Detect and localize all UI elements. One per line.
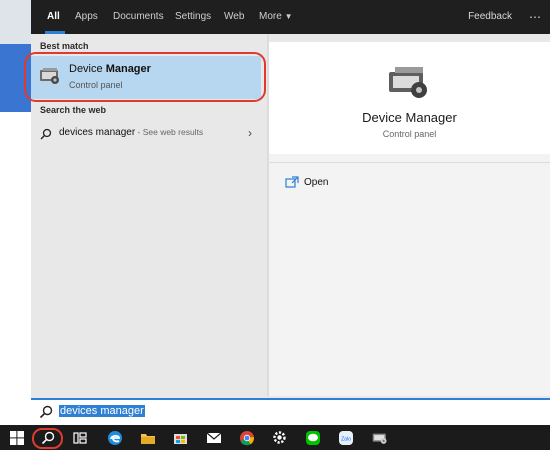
- web-result-text: devices manager - See web results: [59, 127, 203, 138]
- search-web-heading: Search the web: [40, 105, 107, 115]
- open-icon: [285, 176, 299, 188]
- search-box[interactable]: devices manager: [31, 398, 550, 425]
- zalo-label: Zalo: [341, 436, 351, 442]
- tab-all[interactable]: All: [47, 0, 60, 34]
- settings-icon[interactable]: [263, 425, 296, 450]
- tab-web[interactable]: Web: [224, 0, 244, 34]
- preview-subtitle: Control panel: [382, 129, 437, 139]
- chevron-down-icon: ▼: [284, 12, 293, 21]
- web-query: devices manager: [59, 127, 136, 138]
- tab-settings[interactable]: Settings: [175, 0, 211, 34]
- tab-more-label: More: [259, 11, 282, 22]
- preview-header: Device Manager Control panel: [269, 42, 550, 154]
- desktop-background-lower: [0, 112, 31, 425]
- line-icon[interactable]: [296, 425, 329, 450]
- search-icon: [40, 128, 52, 140]
- device-manager-large-icon: [389, 67, 427, 98]
- store-icon[interactable]: [164, 425, 197, 450]
- chevron-right-icon: ›: [248, 126, 252, 140]
- open-label: Open: [304, 177, 329, 188]
- tab-more[interactable]: More ▼: [259, 0, 293, 34]
- highlight-annotation: [24, 52, 266, 102]
- web-result-row[interactable]: devices manager - See web results ›: [31, 122, 267, 146]
- windows-start-icon[interactable]: [0, 425, 33, 450]
- preview-body: [269, 202, 550, 396]
- feedback-link[interactable]: Feedback: [468, 0, 512, 34]
- taskbar: Zalo: [0, 425, 550, 450]
- open-action[interactable]: Open: [269, 172, 550, 196]
- file-explorer-icon[interactable]: [131, 425, 164, 450]
- desktop-background: [0, 0, 31, 44]
- preview-title: Device Manager: [362, 110, 457, 125]
- tab-apps[interactable]: Apps: [75, 0, 98, 34]
- edge-icon[interactable]: [98, 425, 131, 450]
- search-icon: [39, 405, 53, 419]
- highlight-annotation: [32, 428, 63, 449]
- chrome-icon[interactable]: [230, 425, 263, 450]
- best-match-heading: Best match: [40, 41, 89, 51]
- ellipsis-icon[interactable]: ⋯: [528, 11, 542, 23]
- web-suffix: - See web results: [135, 127, 204, 137]
- task-view-icon[interactable]: [63, 425, 96, 450]
- zalo-icon[interactable]: Zalo: [329, 425, 362, 450]
- preview-divider: [269, 162, 550, 163]
- search-filter-bar: All Apps Documents Settings Web More ▼ F…: [31, 0, 550, 34]
- device-manager-icon[interactable]: [363, 425, 396, 450]
- mail-icon[interactable]: [197, 425, 230, 450]
- preview-pane: Device Manager Control panel Open: [269, 42, 550, 396]
- tab-documents[interactable]: Documents: [113, 0, 164, 34]
- search-input[interactable]: devices manager: [59, 405, 145, 417]
